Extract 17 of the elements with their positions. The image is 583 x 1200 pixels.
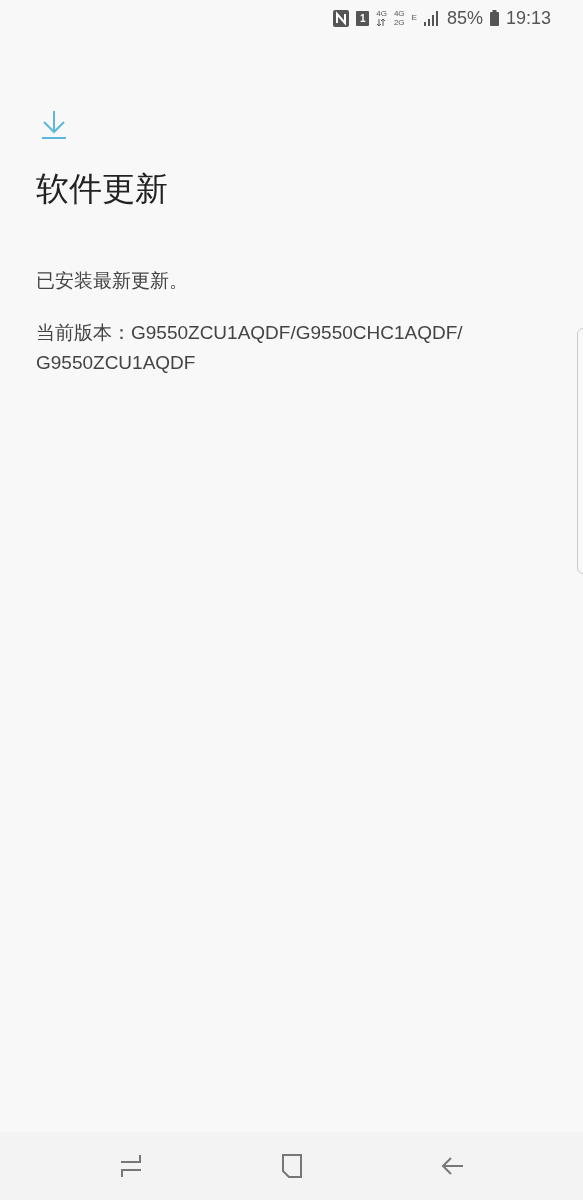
battery-percent: 85% [446,7,483,29]
network-label: 2G [393,18,405,27]
network-label: 4G [376,10,387,18]
signal-icon [423,10,440,26]
download-icon [41,110,67,139]
nfc-icon [333,9,350,27]
data-arrows-icon [376,19,387,26]
page-title: 软件更新 [36,168,169,210]
recents-icon[interactable] [118,1154,143,1178]
version-text: 当前版本：G9550ZCU1AQDF/G9550CHC1AQDF/ G9550ZCU1AQDF [36,321,464,375]
network-label: 4G [393,9,405,18]
sim-slot-label: 1 [356,10,370,26]
home-icon[interactable] [279,1154,304,1178]
battery-icon [489,10,499,26]
network-label: E [411,14,417,22]
status-time: 19:13 [505,7,551,29]
status-message: 已安装最新更新。 [36,268,189,293]
